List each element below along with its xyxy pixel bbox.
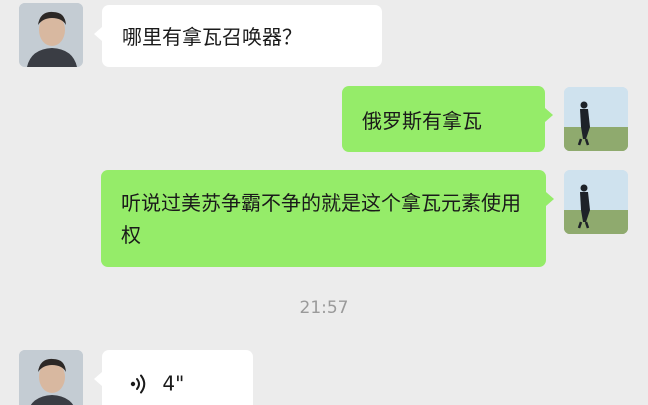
outgoing-message-bubble[interactable]: 俄罗斯有拿瓦	[342, 86, 553, 152]
person-portrait-icon	[19, 3, 83, 67]
voice-message-bubble[interactable]: 4"	[94, 350, 253, 405]
figure-landscape-icon	[564, 170, 628, 234]
message-text: 哪里有拿瓦召唤器？	[122, 25, 302, 49]
self-avatar[interactable]	[564, 87, 628, 151]
message-text: 听说过美苏争霸不争的就是这个拿瓦元素使用权	[121, 191, 521, 247]
message-text: 俄罗斯有拿瓦	[362, 109, 482, 133]
self-avatar[interactable]	[564, 170, 628, 234]
outgoing-message-bubble[interactable]: 听说过美苏争霸不争的就是这个拿瓦元素使用权	[101, 170, 554, 267]
contact-avatar[interactable]	[19, 350, 83, 405]
chat-area: 哪里有拿瓦召唤器？ 俄罗斯有拿瓦 听说过美苏争霸不争的就是这个拿瓦元素使用权 2…	[0, 0, 648, 405]
figure-landscape-icon	[564, 87, 628, 151]
voice-duration: 4"	[162, 371, 185, 396]
message-timestamp: 21:57	[299, 298, 349, 318]
contact-avatar[interactable]	[19, 3, 83, 67]
incoming-message-bubble[interactable]: 哪里有拿瓦召唤器？	[94, 5, 382, 67]
person-portrait-icon	[19, 350, 83, 405]
voice-waves-icon	[130, 374, 146, 393]
